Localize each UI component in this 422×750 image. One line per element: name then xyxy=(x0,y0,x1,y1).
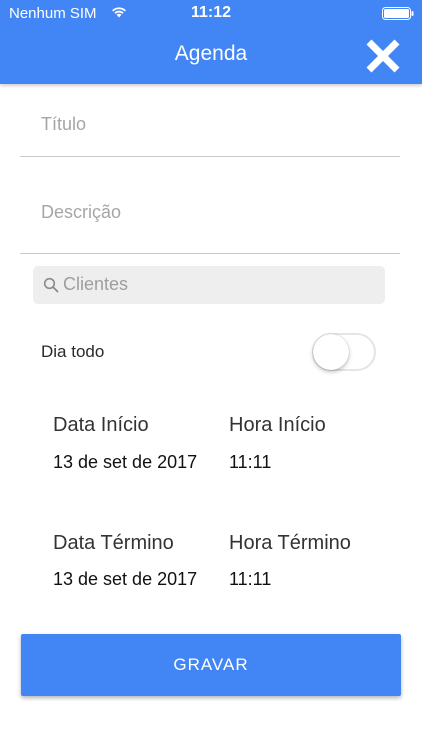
start-date-value[interactable]: 13 de set de 2017 xyxy=(53,452,197,473)
title-placeholder: Título xyxy=(41,114,87,134)
close-button[interactable] xyxy=(362,35,404,77)
save-button[interactable]: GRAVAR xyxy=(21,634,401,696)
start-time-value[interactable]: 11:11 xyxy=(229,452,271,473)
all-day-label: Dia todo xyxy=(41,342,105,361)
description-placeholder: Descrição xyxy=(41,202,122,222)
start-time-label: Hora Início xyxy=(229,414,326,436)
page-title: Agenda xyxy=(174,42,248,65)
title-field[interactable]: Título xyxy=(20,100,400,157)
end-date-label: Data Término xyxy=(53,532,174,554)
title-bar: Agenda xyxy=(0,30,422,80)
close-icon xyxy=(366,39,400,73)
app-header: Nenhum SIM 11:12 Agenda xyxy=(0,0,422,84)
description-field[interactable]: Descrição xyxy=(20,186,400,254)
end-time-value[interactable]: 11:11 xyxy=(229,569,271,590)
status-bar: Nenhum SIM 11:12 xyxy=(0,0,422,26)
end-time-label: Hora Término xyxy=(229,532,351,554)
end-date-value[interactable]: 13 de set de 2017 xyxy=(53,569,197,590)
all-day-toggle[interactable] xyxy=(312,333,376,371)
battery-full-icon xyxy=(382,7,414,20)
toggle-knob xyxy=(313,334,349,370)
status-time: 11:12 xyxy=(190,4,232,21)
search-icon xyxy=(43,277,59,293)
start-date-label: Data Início xyxy=(53,414,149,436)
client-search-placeholder: Clientes xyxy=(63,274,129,294)
client-search-input[interactable]: Clientes xyxy=(33,266,385,304)
app-screen: Nenhum SIM 11:12 Agenda Título Descrição… xyxy=(0,0,422,750)
